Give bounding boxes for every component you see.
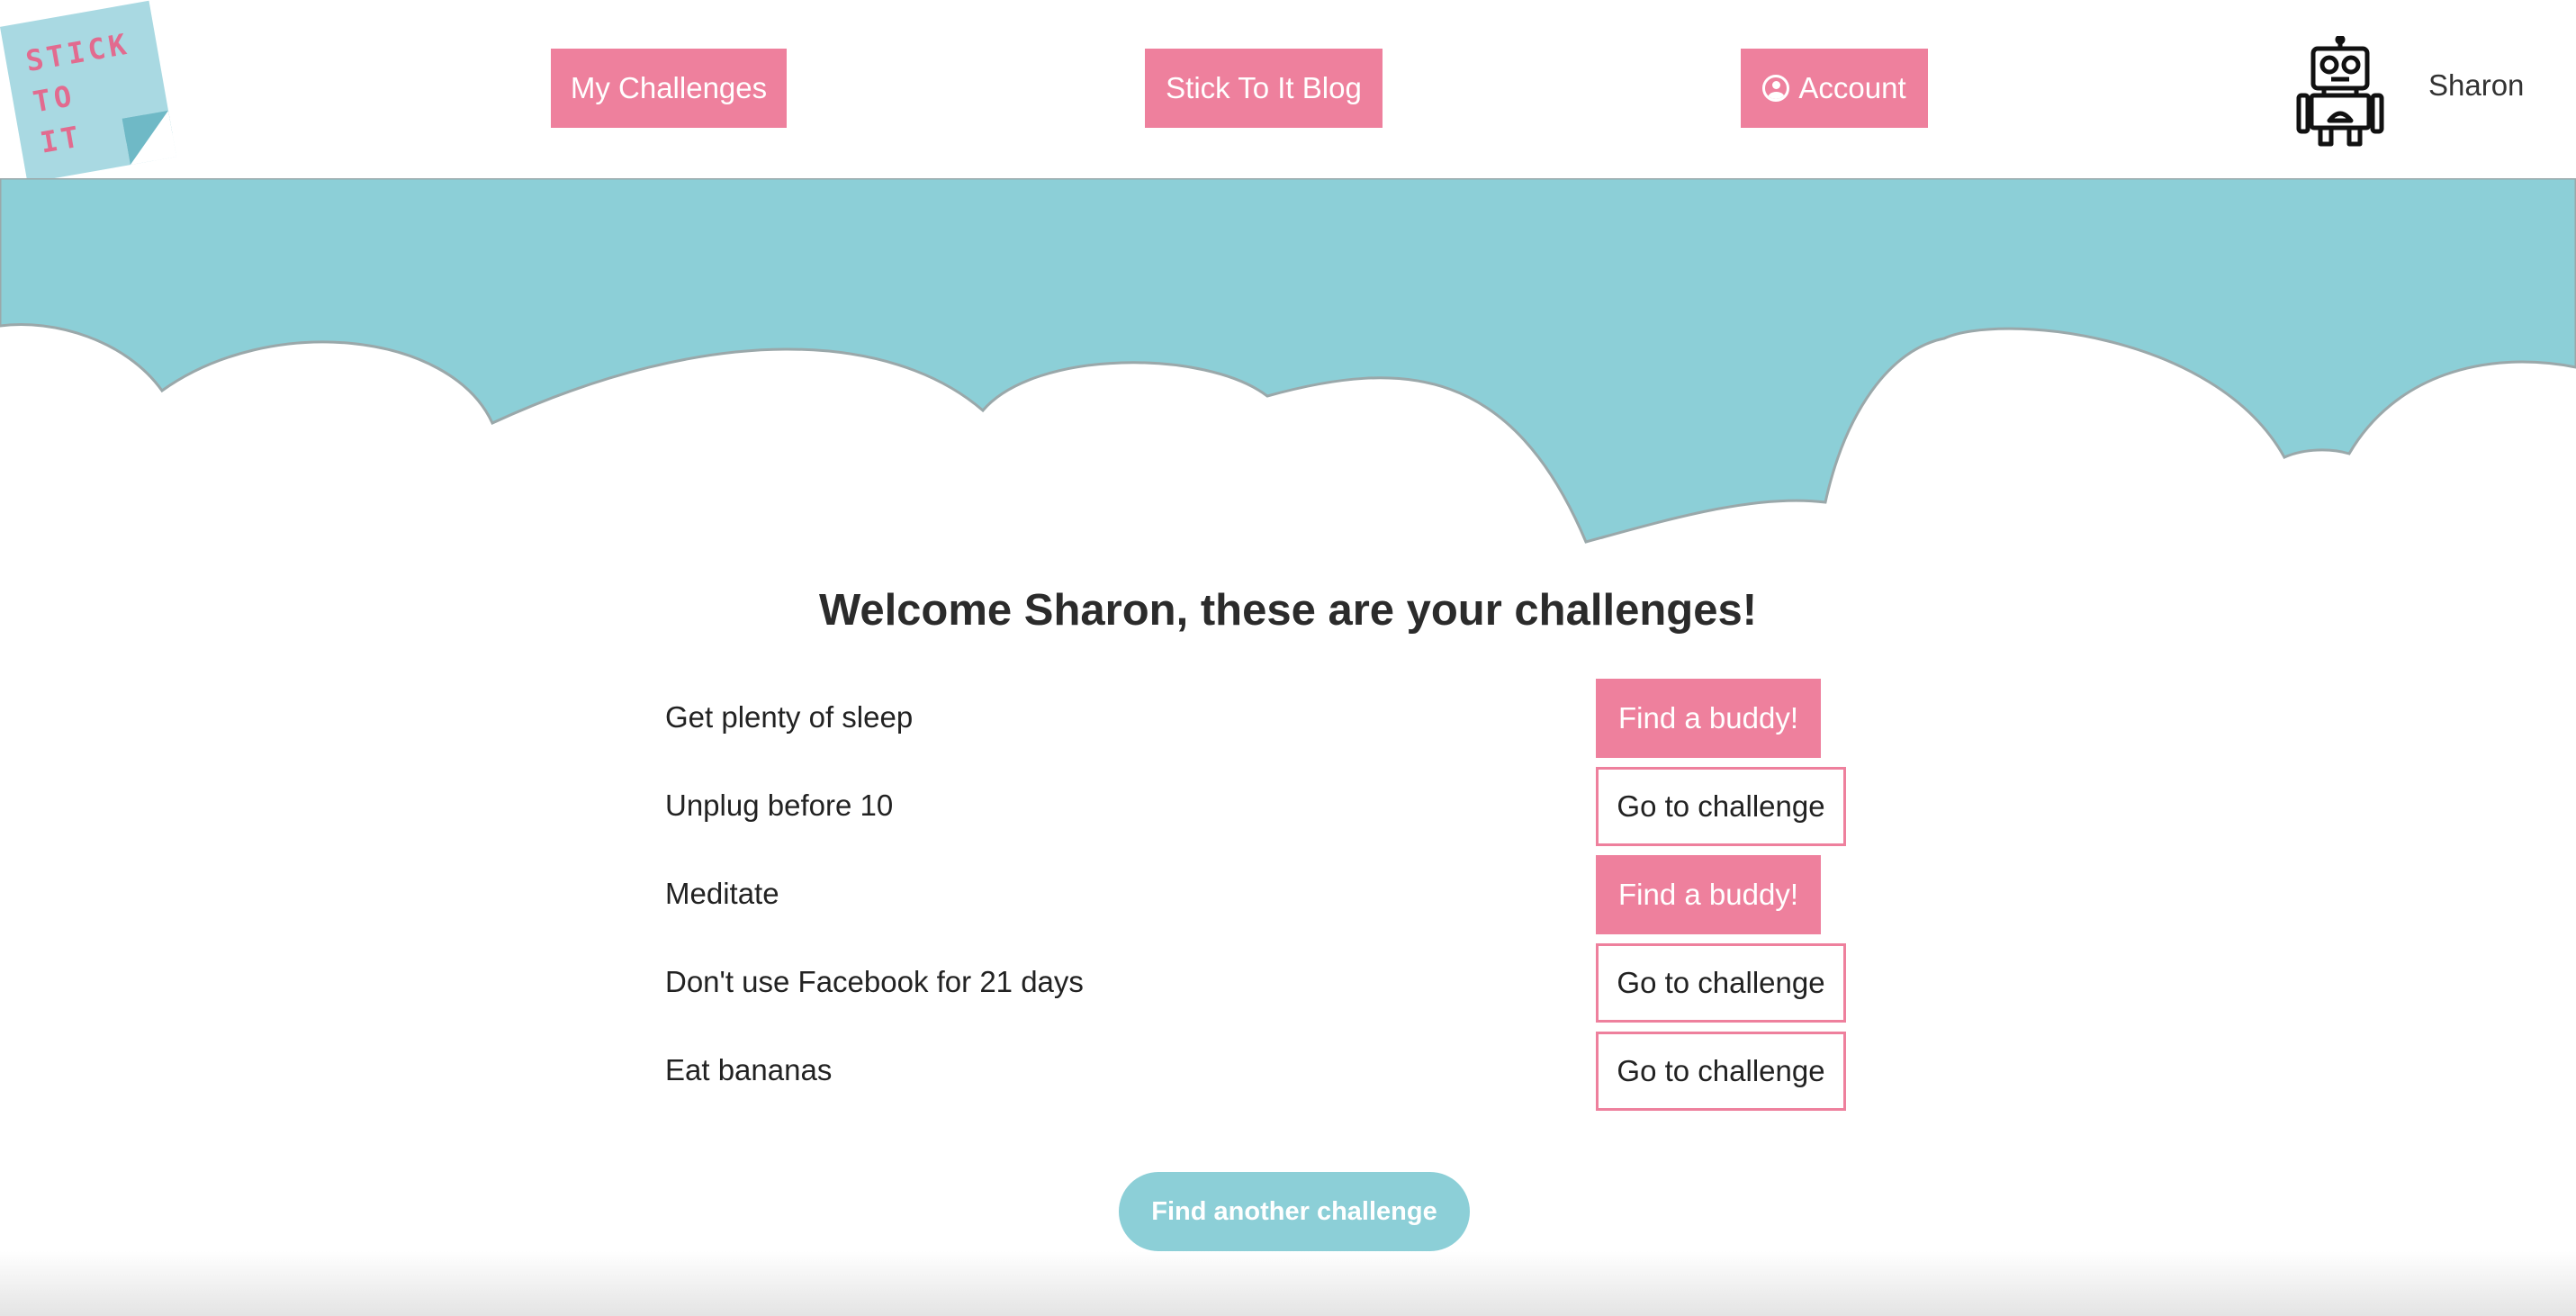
logo-text: STICK TO IT xyxy=(23,26,132,160)
page-title: Welcome Sharon, these are your challenge… xyxy=(818,586,1758,635)
nav-my-challenges-label: My Challenges xyxy=(570,71,768,104)
find-another-challenge-button[interactable]: Find another challenge xyxy=(1119,1172,1470,1251)
robot-icon[interactable] xyxy=(2293,36,2387,148)
nav-blog-button[interactable]: Stick To It Blog xyxy=(1145,49,1383,128)
bottom-shadow xyxy=(0,1251,2576,1316)
username[interactable]: Sharon xyxy=(2428,68,2524,103)
nav-my-challenges-button[interactable]: My Challenges xyxy=(551,49,787,128)
find-buddy-button[interactable]: Find a buddy! xyxy=(1596,679,1821,758)
go-to-challenge-button[interactable]: Go to challenge xyxy=(1596,767,1846,846)
logo[interactable]: STICK TO IT xyxy=(0,0,177,184)
nav-account-button[interactable]: Account xyxy=(1741,49,1928,128)
cloud-banner xyxy=(0,178,2576,544)
challenge-label: Don't use Facebook for 21 days xyxy=(665,965,1084,998)
find-buddy-button[interactable]: Find a buddy! xyxy=(1596,855,1821,934)
challenge-label: Get plenty of sleep xyxy=(665,700,914,734)
user-circle-icon xyxy=(1762,75,1790,102)
nav-account-label: Account xyxy=(1798,71,1906,104)
go-to-challenge-button[interactable]: Go to challenge xyxy=(1596,1032,1846,1111)
go-to-challenge-button[interactable]: Go to challenge xyxy=(1596,943,1846,1023)
header: STICK TO IT My Challenges Stick To It Bl… xyxy=(0,0,2576,184)
challenge-label: Unplug before 10 xyxy=(665,789,894,822)
challenge-label: Eat bananas xyxy=(665,1053,833,1086)
nav-blog-label: Stick To It Blog xyxy=(1166,71,1362,104)
challenge-label: Meditate xyxy=(665,877,779,910)
